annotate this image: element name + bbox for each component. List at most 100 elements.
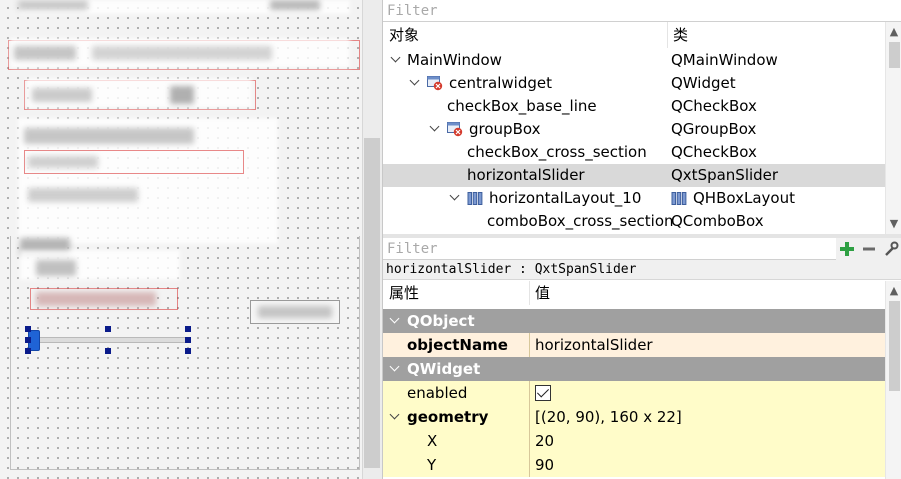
property-key: geometry — [407, 408, 489, 426]
chevron-down-icon[interactable] — [387, 357, 401, 381]
object-class: QHBoxLayout — [693, 189, 795, 207]
property-key: Y — [427, 456, 437, 474]
column-header-class[interactable]: 类 — [673, 22, 688, 48]
horizontal-slider-groove[interactable] — [36, 337, 190, 343]
property-row-objectname[interactable]: objectName horizontalSlider — [383, 333, 885, 357]
property-filter-input[interactable] — [383, 238, 833, 259]
form-editor-canvas[interactable] — [0, 0, 362, 479]
qt-designer-window: 对象 类 MainWindow QMainWindow centralwidge… — [0, 0, 901, 479]
property-value[interactable]: 90 — [535, 453, 554, 477]
chevron-down-icon[interactable] — [388, 49, 402, 72]
object-class: QComboBox — [671, 212, 764, 230]
widget-form-icon — [427, 76, 443, 91]
property-key: X — [427, 432, 438, 450]
object-name: centralwidget — [449, 74, 552, 92]
tree-row-mainwindow[interactable]: MainWindow QMainWindow — [383, 49, 885, 72]
object-name: checkBox_cross_section — [467, 143, 647, 161]
obscured-widget — [24, 128, 194, 144]
tree-row-centralwidget[interactable]: centralwidget QWidget — [383, 72, 885, 95]
column-divider — [529, 453, 530, 477]
tree-row-combobox-cross-section[interactable]: comboBox_cross_section QComboBox — [383, 210, 885, 233]
dock-panels: 对象 类 MainWindow QMainWindow centralwidge… — [382, 0, 901, 479]
scroll-up-icon[interactable]: ▲ — [886, 283, 901, 299]
scroll-down-icon[interactable]: ▼ — [886, 216, 901, 232]
object-class: QCheckBox — [671, 143, 757, 161]
column-header-object[interactable]: 对象 — [389, 22, 419, 48]
chevron-down-icon[interactable] — [407, 72, 421, 95]
object-class: QMainWindow — [671, 51, 778, 69]
object-name: checkBox_base_line — [447, 97, 597, 115]
selection-handle[interactable] — [105, 348, 111, 354]
object-name: MainWindow — [407, 51, 502, 69]
property-header-row: 属性 值 — [383, 281, 885, 305]
header-divider — [667, 22, 668, 48]
object-name: comboBox_cross_section — [487, 212, 674, 230]
property-value[interactable]: 20 — [535, 429, 554, 453]
group-label: QWidget — [407, 360, 481, 378]
obscured-widget — [28, 188, 138, 202]
tree-row-checkbox-base-line[interactable]: checkBox_base_line QCheckBox — [383, 95, 885, 118]
object-tree-scrollbar[interactable]: ▲ ▼ — [885, 22, 901, 234]
minus-icon[interactable] — [858, 238, 880, 260]
chevron-down-icon[interactable] — [447, 187, 461, 210]
property-group-qwidget[interactable]: QWidget — [383, 357, 885, 381]
property-filter-bar — [383, 238, 901, 260]
header-divider — [529, 281, 530, 305]
enabled-checkbox[interactable] — [535, 385, 551, 401]
property-key: objectName — [407, 336, 508, 354]
tree-row-groupbox[interactable]: groupBox QGroupBox — [383, 118, 885, 141]
selection-handle[interactable] — [25, 348, 31, 354]
scrollbar-thumb[interactable] — [889, 301, 900, 391]
property-key: enabled — [407, 384, 468, 402]
chevron-down-icon[interactable] — [387, 405, 401, 429]
chevron-down-icon[interactable] — [427, 118, 441, 141]
property-row-enabled[interactable]: enabled — [383, 381, 885, 405]
selection-handle[interactable] — [25, 326, 31, 332]
property-value[interactable]: [(20, 90), 160 x 22] — [535, 405, 682, 429]
obscured-widget — [92, 46, 272, 60]
selection-handle[interactable] — [185, 348, 191, 354]
object-filter-bar — [383, 0, 901, 22]
hbox-layout-icon — [671, 192, 687, 205]
object-class: QGroupBox — [671, 120, 757, 138]
column-divider — [529, 381, 530, 405]
property-row-y[interactable]: Y 90 — [383, 453, 885, 477]
property-toolbar — [836, 238, 901, 260]
selection-handle[interactable] — [185, 326, 191, 332]
obscured-widget — [28, 156, 98, 168]
object-name: horizontalSlider — [467, 166, 585, 184]
tree-row-checkbox-cross-section[interactable]: checkBox_cross_section QCheckBox — [383, 141, 885, 164]
scrollbar-thumb[interactable] — [889, 42, 900, 68]
column-header-value[interactable]: 值 — [535, 281, 550, 305]
column-divider — [529, 429, 530, 453]
selection-handle[interactable] — [185, 337, 191, 343]
object-class: QxtSpanSlider — [671, 166, 779, 184]
selection-handle[interactable] — [105, 326, 111, 332]
tree-row-horizontal-slider[interactable]: horizontalSlider QxtSpanSlider — [383, 164, 885, 187]
obscured-widget — [32, 88, 92, 102]
canvas-scrollbar-thumb[interactable] — [364, 138, 380, 468]
property-table-scrollbar[interactable]: ▲ — [885, 281, 901, 479]
chevron-down-icon[interactable] — [387, 309, 401, 333]
property-row-geometry[interactable]: geometry [(20, 90), 160 x 22] — [383, 405, 885, 429]
object-name: horizontalLayout_10 — [489, 189, 642, 207]
group-label: QObject — [407, 312, 475, 330]
wrench-icon[interactable] — [880, 238, 901, 260]
object-name: groupBox — [469, 120, 541, 138]
property-group-qobject[interactable]: QObject — [383, 309, 885, 333]
plus-icon[interactable] — [836, 238, 858, 260]
property-editor-table: 属性 值 QObject objectName horizontalSlider… — [383, 281, 885, 479]
widget-form-icon — [447, 122, 463, 137]
column-header-property[interactable]: 属性 — [389, 281, 419, 305]
column-divider — [529, 405, 530, 429]
property-row-x[interactable]: X 20 — [383, 429, 885, 453]
property-value[interactable]: horizontalSlider — [535, 333, 653, 357]
obscured-widget — [18, 0, 88, 10]
scroll-up-icon[interactable]: ▲ — [886, 24, 901, 40]
selection-handle[interactable] — [25, 337, 31, 343]
column-divider — [529, 333, 530, 357]
obscured-widget — [270, 0, 320, 10]
tree-row-horizontal-layout-10[interactable]: horizontalLayout_10 QHBoxLayout — [383, 187, 885, 210]
obscured-widget — [170, 86, 194, 104]
object-filter-input[interactable] — [383, 0, 901, 21]
